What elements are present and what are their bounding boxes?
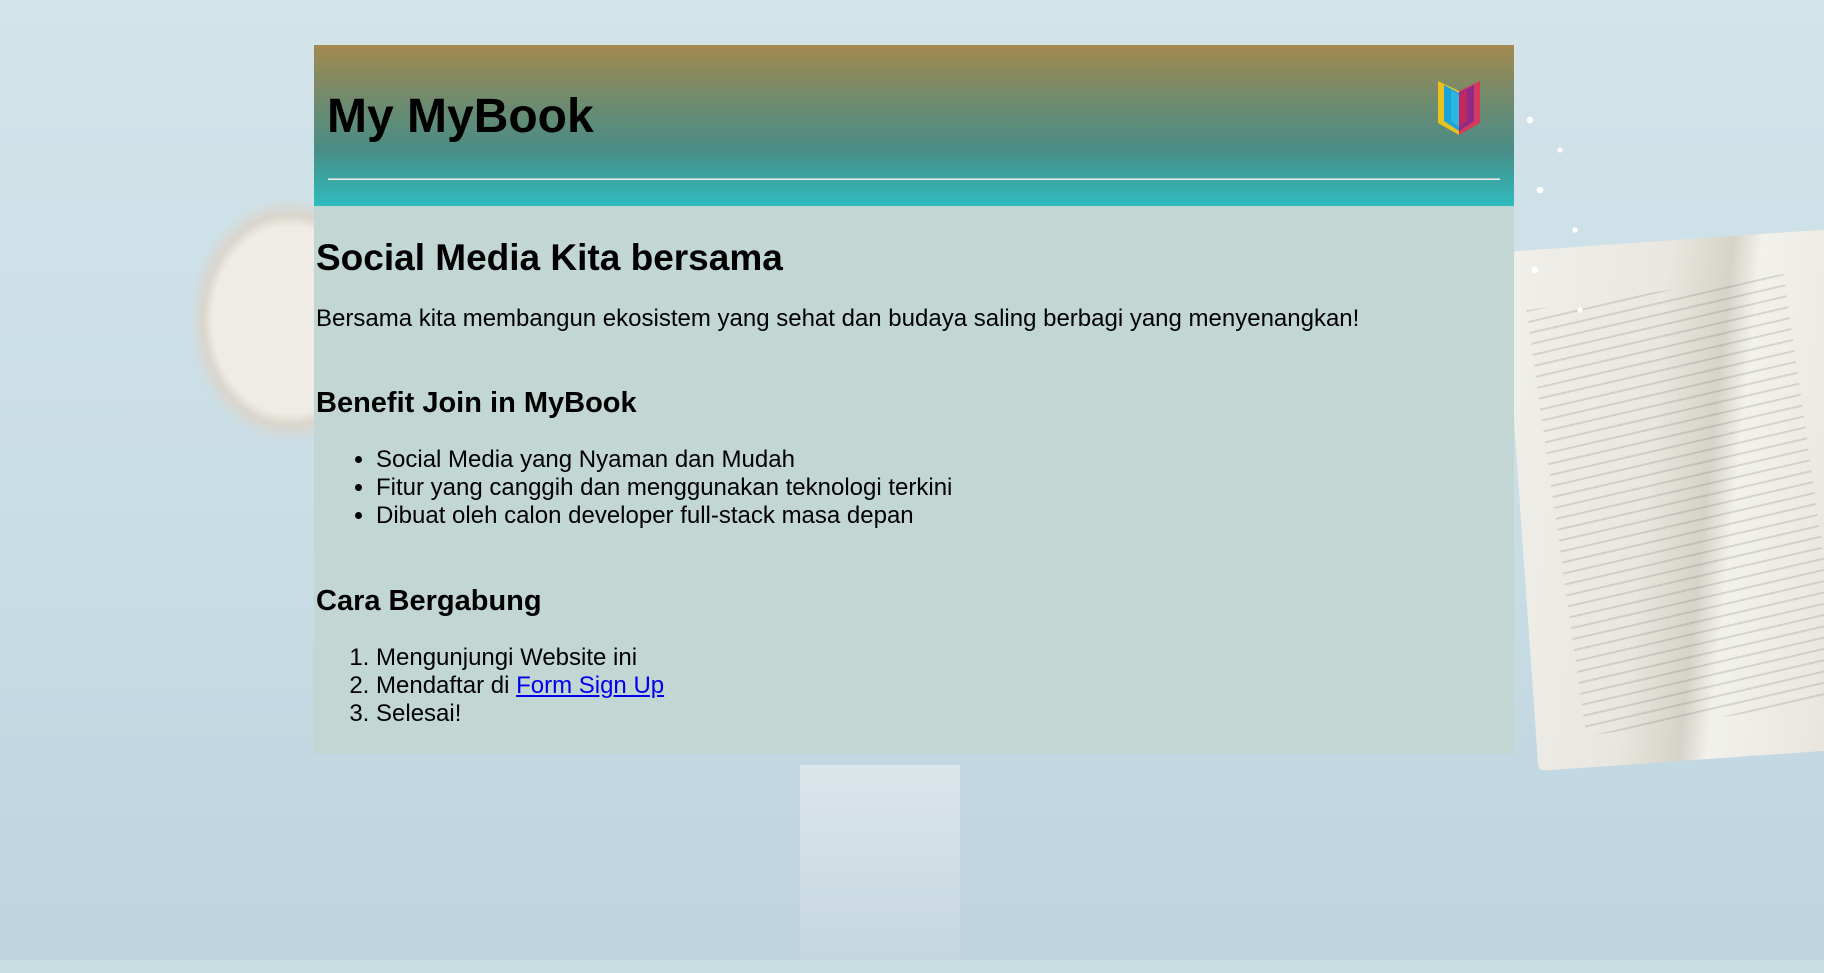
site-header: My MyBook bbox=[314, 45, 1514, 206]
join-steps-list: Mengunjungi Website ini Mendaftar di For… bbox=[316, 644, 1512, 728]
intro-heading: Social Media Kita bersama bbox=[316, 237, 783, 278]
intro-text: Bersama kita membangun ekosistem yang se… bbox=[316, 304, 1360, 332]
list-item: Mendaftar di Form Sign Up bbox=[376, 672, 1512, 700]
background-bottom-strip bbox=[0, 960, 1824, 973]
benefits-heading: Benefit Join in MyBook bbox=[316, 387, 637, 420]
list-item: Selesai! bbox=[376, 700, 1512, 728]
site-title: My MyBook bbox=[327, 90, 594, 143]
list-item: Mengunjungi Website ini bbox=[376, 644, 1512, 672]
signup-form-link[interactable]: Form Sign Up bbox=[516, 672, 664, 699]
list-item: Fitur yang canggih dan menggunakan tekno… bbox=[376, 474, 1512, 502]
page-card: My MyBook Social Media Kita bersama Bers… bbox=[314, 45, 1514, 755]
list-item: Dibuat oleh calon developer full-stack m… bbox=[376, 502, 1512, 530]
benefits-list: Social Media yang Nyaman dan Mudah Fitur… bbox=[316, 446, 1512, 530]
list-item: Social Media yang Nyaman dan Mudah bbox=[376, 446, 1512, 474]
background-book-bottom bbox=[800, 765, 960, 965]
join-heading: Cara Bergabung bbox=[316, 585, 542, 618]
open-book-icon bbox=[1438, 81, 1480, 135]
background-flowers bbox=[1500, 100, 1620, 380]
main-content: Social Media Kita bersama Bersama kita m… bbox=[314, 206, 1514, 755]
header-divider bbox=[328, 178, 1500, 180]
step-text: Mendaftar di bbox=[376, 672, 517, 700]
